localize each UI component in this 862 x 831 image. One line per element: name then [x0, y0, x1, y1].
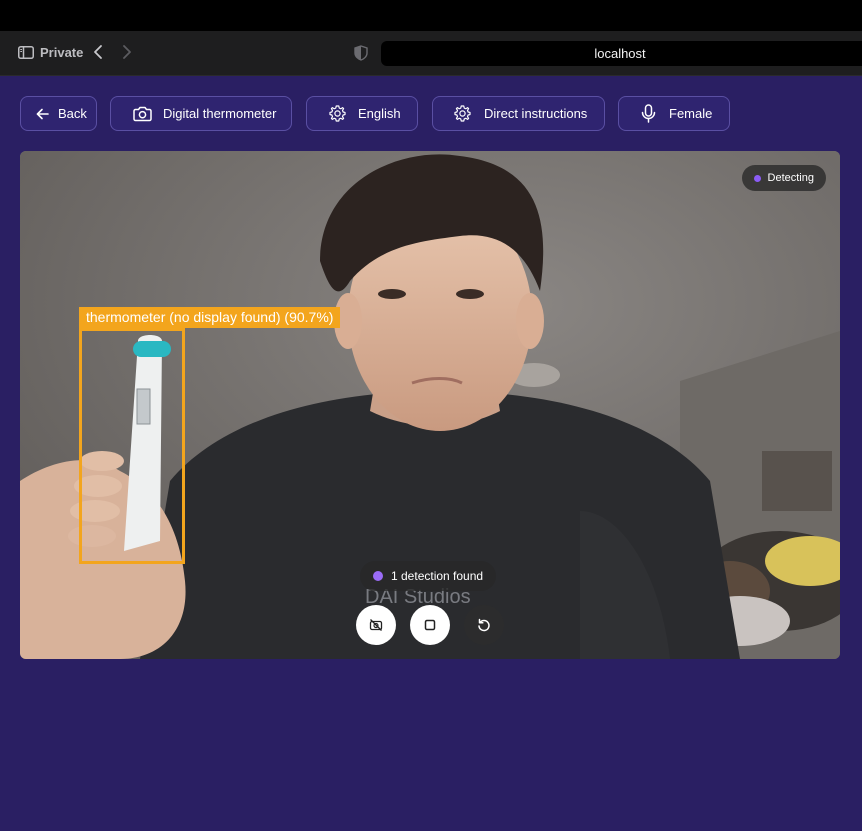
- device-select-button[interactable]: Digital thermometer: [110, 96, 292, 131]
- arrow-left-icon: [36, 108, 49, 119]
- instructions-select-label: Direct instructions: [484, 106, 588, 121]
- browser-toolbar: Private localhost: [0, 31, 862, 76]
- stop-button[interactable]: [410, 605, 450, 645]
- gear-icon: [329, 105, 346, 122]
- detection-dot-icon: [373, 571, 383, 581]
- detection-label: thermometer (no display found) (90.7%): [79, 307, 341, 328]
- stop-icon: [424, 619, 436, 631]
- microphone-icon: [641, 104, 656, 123]
- back-button-label: Back: [58, 106, 87, 121]
- detecting-status-badge: Detecting: [741, 165, 826, 191]
- gear-icon: [454, 105, 471, 122]
- device-select-label: Digital thermometer: [163, 106, 277, 121]
- reset-button[interactable]: [464, 605, 504, 645]
- rotate-ccw-icon: [478, 618, 490, 632]
- browser-back-icon[interactable]: [91, 43, 105, 61]
- top-strip: [0, 0, 862, 31]
- voice-select-label: Female: [669, 106, 713, 121]
- back-button[interactable]: Back: [20, 96, 97, 131]
- detections-found-badge: 1 detection found: [360, 561, 497, 591]
- language-select-label: English: [358, 106, 401, 121]
- detections-found-label: 1 detection found: [391, 569, 484, 583]
- instructions-select-button[interactable]: Direct instructions: [432, 96, 605, 131]
- browser-forward-icon[interactable]: [120, 43, 134, 61]
- camera-off-icon: [369, 619, 383, 631]
- detecting-status-label: Detecting: [767, 172, 814, 184]
- camera-off-button[interactable]: [356, 605, 396, 645]
- camera-feed: DAI Studios thermometer (no display foun…: [20, 151, 840, 659]
- sidebar-toggle-icon[interactable]: [18, 46, 34, 59]
- status-dot-icon: [753, 174, 761, 182]
- language-select-button[interactable]: English: [306, 96, 418, 131]
- detection-bounding-box: [79, 328, 185, 564]
- shield-icon[interactable]: [354, 45, 368, 61]
- voice-select-button[interactable]: Female: [618, 96, 730, 131]
- private-label: Private: [40, 45, 84, 60]
- camera-icon: [133, 106, 152, 122]
- address-bar[interactable]: localhost: [381, 41, 862, 66]
